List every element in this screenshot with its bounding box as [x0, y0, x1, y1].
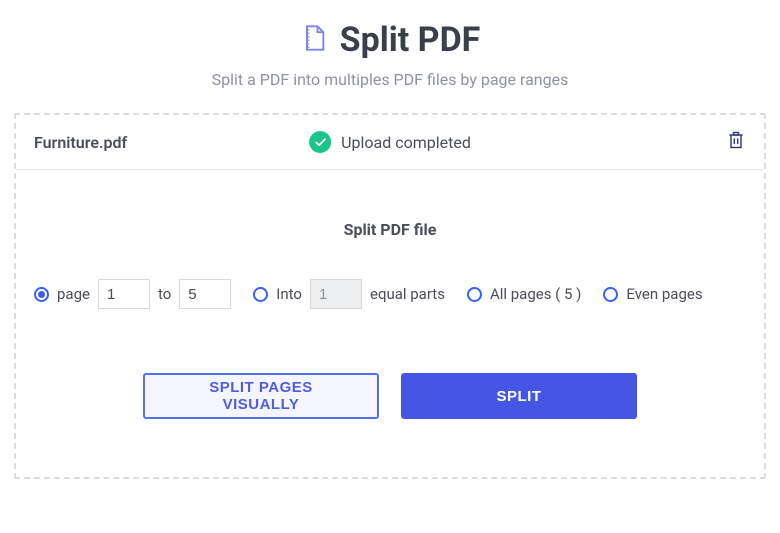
all-pages-label: All pages ( 5 )	[490, 285, 581, 303]
page-title: Split PDF	[340, 20, 481, 60]
options-area: Split PDF file page to Into equal parts …	[16, 170, 764, 477]
even-pages-label: Even pages	[626, 285, 702, 303]
upload-status-text: Upload completed	[341, 133, 471, 152]
into-label: Into	[276, 285, 302, 303]
page-from-input[interactable]	[98, 279, 150, 309]
radio-equal-parts[interactable]	[253, 287, 268, 302]
trash-icon[interactable]	[726, 129, 746, 155]
option-all-pages[interactable]: All pages ( 5 )	[467, 285, 581, 303]
radio-page-range[interactable]	[34, 287, 49, 302]
buttons-row: SPLIT PAGES VISUALLY SPLIT	[34, 373, 746, 419]
split-visually-button[interactable]: SPLIT PAGES VISUALLY	[143, 373, 379, 419]
page-subtitle: Split a PDF into multiples PDF files by …	[14, 70, 766, 89]
radio-all-pages[interactable]	[467, 287, 482, 302]
option-page-range[interactable]: page to	[34, 279, 231, 309]
option-equal-parts[interactable]: Into equal parts	[253, 279, 445, 309]
to-label: to	[158, 285, 171, 303]
upload-row: Furniture.pdf Upload completed	[16, 115, 764, 170]
split-options-row: page to Into equal parts All pages ( 5 )…	[34, 279, 746, 309]
page-label: page	[57, 285, 90, 303]
page-to-input[interactable]	[179, 279, 231, 309]
radio-even-pages[interactable]	[603, 287, 618, 302]
file-name: Furniture.pdf	[34, 133, 127, 152]
main-panel: Furniture.pdf Upload completed Split PDF…	[14, 113, 766, 479]
option-even-pages[interactable]: Even pages	[603, 285, 702, 303]
split-button[interactable]: SPLIT	[401, 373, 637, 419]
check-circle-icon	[309, 131, 331, 153]
equal-parts-label: equal parts	[370, 285, 445, 303]
title-row: Split PDF	[14, 20, 766, 60]
upload-status: Upload completed	[309, 131, 471, 153]
into-value-input[interactable]	[310, 279, 362, 309]
header: Split PDF Split a PDF into multiples PDF…	[14, 20, 766, 89]
document-icon	[300, 24, 328, 56]
section-title: Split PDF file	[34, 220, 746, 239]
